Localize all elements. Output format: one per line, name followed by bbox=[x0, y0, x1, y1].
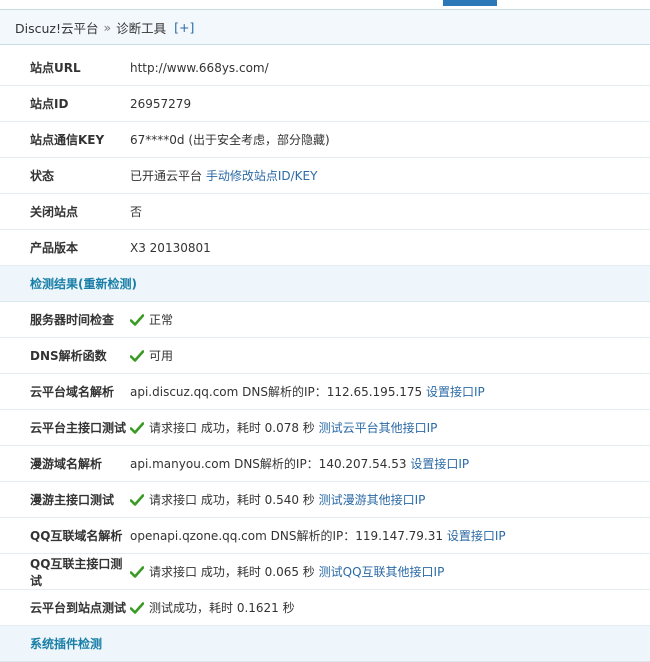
row-value: 26957279 bbox=[130, 85, 650, 122]
row-value: 67****0d (出于安全考虑，部分隐藏) bbox=[130, 121, 650, 158]
check-icon bbox=[130, 350, 144, 362]
recheck-link[interactable]: 重新检测 bbox=[84, 277, 132, 291]
table-row: 产品版本 X3 20130801 bbox=[0, 229, 650, 266]
row-value: 请求接口 成功，耗时 0.078 秒 测试云平台其他接口IP bbox=[130, 409, 650, 446]
check-result: 测试成功，耗时 0.1621 秒 bbox=[149, 601, 295, 615]
table-row: 云平台域名解析 api.discuz.qq.com DNS解析的IP：112.6… bbox=[0, 373, 650, 410]
row-value: 已开通云平台 手动修改站点ID/KEY bbox=[130, 157, 650, 194]
row-label: QQ互联主接口测试 bbox=[0, 553, 130, 590]
section-title-start: 检测结果( bbox=[30, 277, 84, 291]
row-label: 状态 bbox=[0, 157, 130, 194]
row-value: 可用 bbox=[130, 337, 650, 374]
diagnostic-panel: 站点URL http://www.668ys.com/ 站点ID 2695727… bbox=[0, 50, 650, 662]
set-api-ip-link[interactable]: 设置接口IP bbox=[447, 529, 506, 543]
row-label: DNS解析函数 bbox=[0, 337, 130, 374]
check-result: 可用 bbox=[149, 349, 174, 363]
row-label: 站点URL bbox=[0, 50, 130, 86]
breadcrumb-root[interactable]: Discuz!云平台 bbox=[15, 18, 98, 37]
breadcrumb-current: 诊断工具 bbox=[116, 20, 167, 36]
breadcrumb-separator: » bbox=[103, 19, 112, 35]
check-result: 正常 bbox=[149, 313, 174, 327]
table-row: DNS解析函数 可用 bbox=[0, 337, 650, 374]
row-value: 请求接口 成功，耗时 0.540 秒 测试漫游其他接口IP bbox=[130, 481, 650, 518]
table-row: 关闭站点 否 bbox=[0, 193, 650, 230]
test-manyou-api-link[interactable]: 测试漫游其他接口IP bbox=[319, 493, 426, 507]
check-icon bbox=[130, 314, 144, 326]
row-value: api.manyou.com DNS解析的IP：140.207.54.53 设置… bbox=[130, 445, 650, 482]
set-api-ip-link[interactable]: 设置接口IP bbox=[410, 457, 469, 471]
diagnostic-table: 站点URL http://www.668ys.com/ 站点ID 2695727… bbox=[0, 50, 650, 662]
table-row: QQ互联域名解析 openapi.qzone.qq.com DNS解析的IP：1… bbox=[0, 517, 650, 554]
check-icon bbox=[130, 422, 144, 434]
row-value: openapi.qzone.qq.com DNS解析的IP：119.147.79… bbox=[130, 517, 650, 554]
row-label: 漫游主接口测试 bbox=[0, 481, 130, 518]
status-text: 已开通云平台 bbox=[130, 169, 203, 183]
section-header-detect: 检测结果(重新检测) bbox=[0, 265, 650, 302]
top-strip bbox=[0, 0, 650, 10]
row-value: 测试成功，耗时 0.1621 秒 bbox=[130, 589, 650, 626]
breadcrumb: Discuz!云平台 » 诊断工具 [+] bbox=[0, 10, 650, 45]
section-title-end: ) bbox=[131, 277, 137, 291]
row-label: 关闭站点 bbox=[0, 193, 130, 230]
dns-result: openapi.qzone.qq.com DNS解析的IP：119.147.79… bbox=[130, 529, 444, 543]
row-value: api.discuz.qq.com DNS解析的IP：112.65.195.17… bbox=[130, 373, 650, 410]
check-icon bbox=[130, 566, 144, 578]
section-title: 系统插件检测 bbox=[0, 625, 650, 662]
row-value: 否 bbox=[130, 193, 650, 230]
table-row: QQ互联主接口测试 请求接口 成功，耗时 0.065 秒 测试QQ互联其他接口I… bbox=[0, 553, 650, 590]
table-row: 漫游域名解析 api.manyou.com DNS解析的IP：140.207.5… bbox=[0, 445, 650, 482]
row-label: 云平台到站点测试 bbox=[0, 589, 130, 626]
row-value: 请求接口 成功，耗时 0.065 秒 测试QQ互联其他接口IP bbox=[130, 553, 650, 590]
row-label: 服务器时间检查 bbox=[0, 301, 130, 338]
row-value: http://www.668ys.com/ bbox=[130, 50, 650, 86]
test-qq-api-link[interactable]: 测试QQ互联其他接口IP bbox=[319, 565, 445, 579]
table-row: 服务器时间检查 正常 bbox=[0, 301, 650, 338]
check-icon bbox=[130, 494, 144, 506]
add-shortcut-link[interactable]: [+] bbox=[174, 20, 194, 35]
dns-result: api.discuz.qq.com DNS解析的IP：112.65.195.17… bbox=[130, 385, 423, 399]
test-cloud-api-link[interactable]: 测试云平台其他接口IP bbox=[319, 421, 438, 435]
row-label: 云平台主接口测试 bbox=[0, 409, 130, 446]
check-result: 请求接口 成功，耗时 0.065 秒 bbox=[149, 565, 315, 579]
row-label: 产品版本 bbox=[0, 229, 130, 266]
active-tab-marker[interactable] bbox=[443, 0, 497, 6]
table-row: 站点通信KEY 67****0d (出于安全考虑，部分隐藏) bbox=[0, 121, 650, 158]
row-label: 漫游域名解析 bbox=[0, 445, 130, 482]
set-api-ip-link[interactable]: 设置接口IP bbox=[426, 385, 485, 399]
check-result: 请求接口 成功，耗时 0.540 秒 bbox=[149, 493, 315, 507]
table-row: 站点ID 26957279 bbox=[0, 85, 650, 122]
check-icon bbox=[130, 602, 144, 614]
section-header-plugins: 系统插件检测 bbox=[0, 625, 650, 662]
check-result: 请求接口 成功，耗时 0.078 秒 bbox=[149, 421, 315, 435]
row-label: 站点ID bbox=[0, 85, 130, 122]
row-label: 站点通信KEY bbox=[0, 121, 130, 158]
row-value: X3 20130801 bbox=[130, 229, 650, 266]
row-label: QQ互联域名解析 bbox=[0, 517, 130, 554]
section-title: 检测结果(重新检测) bbox=[0, 265, 650, 302]
row-label: 云平台域名解析 bbox=[0, 373, 130, 410]
table-row: 状态 已开通云平台 手动修改站点ID/KEY bbox=[0, 157, 650, 194]
table-row: 漫游主接口测试 请求接口 成功，耗时 0.540 秒 测试漫游其他接口IP bbox=[0, 481, 650, 518]
dns-result: api.manyou.com DNS解析的IP：140.207.54.53 bbox=[130, 457, 407, 471]
row-value: 正常 bbox=[130, 301, 650, 338]
table-row: 站点URL http://www.668ys.com/ bbox=[0, 50, 650, 86]
table-row: 云平台到站点测试 测试成功，耗时 0.1621 秒 bbox=[0, 589, 650, 626]
edit-site-key-link[interactable]: 手动修改站点ID/KEY bbox=[206, 169, 318, 183]
table-row: 云平台主接口测试 请求接口 成功，耗时 0.078 秒 测试云平台其他接口IP bbox=[0, 409, 650, 446]
